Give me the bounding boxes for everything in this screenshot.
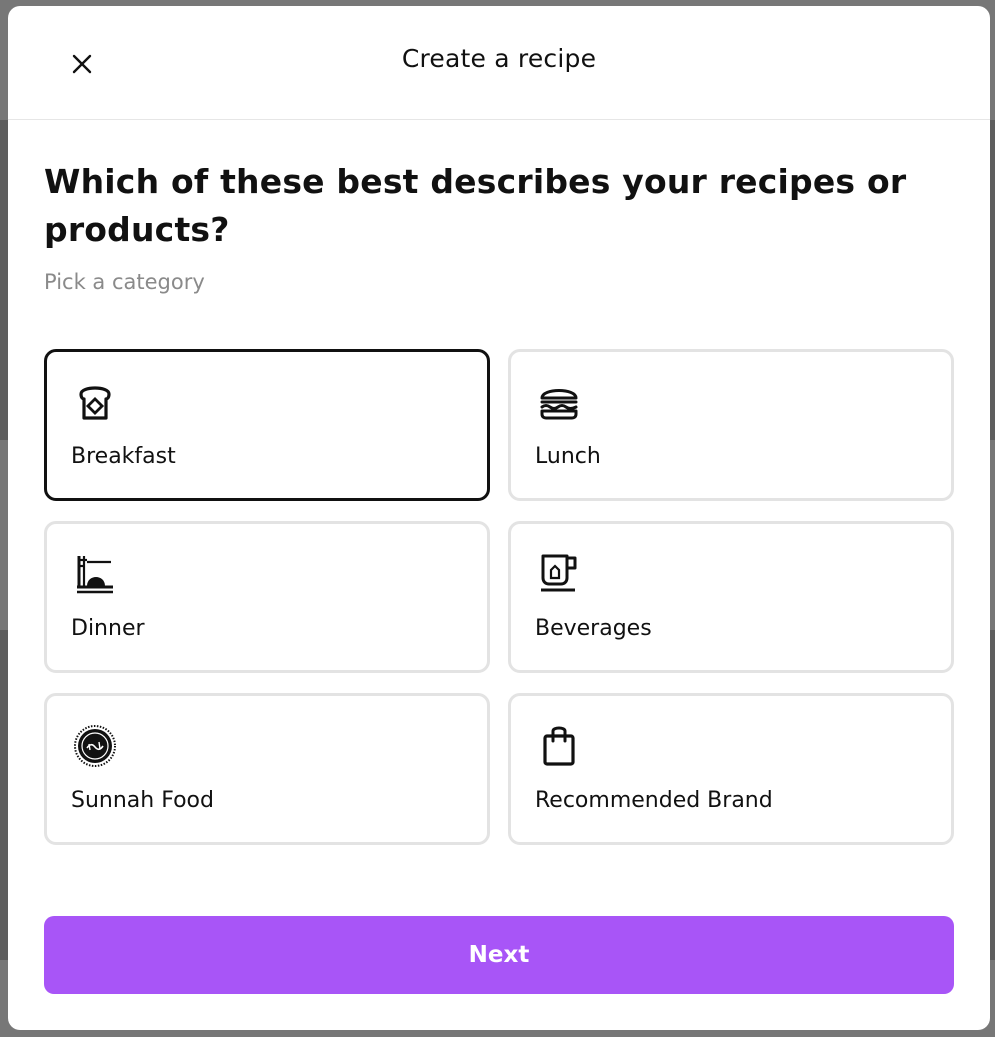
category-label: Lunch [535,444,601,469]
next-button[interactable]: Next [44,916,954,994]
question-heading: Which of these best describes your recip… [44,162,907,249]
subtitle: Pick a category [44,270,205,294]
category-grid: Breakfast Lunch Dinner Beverages Sunnah … [44,349,954,845]
category-card-sunnah-food[interactable]: Sunnah Food [44,693,490,845]
category-label: Breakfast [71,444,176,469]
mug-icon [541,554,577,592]
shopping-bag-icon [543,726,575,766]
background-image [990,630,995,960]
burger-icon [540,389,578,420]
category-card-lunch[interactable]: Lunch [508,349,954,501]
background-image [0,630,8,960]
category-label: Sunnah Food [71,788,214,813]
modal-content: Which of these best describes your recip… [44,120,954,845]
toast-icon [79,386,111,420]
category-label: Dinner [71,616,145,641]
modal-header: Create a recipe [8,6,990,120]
modal-title: Create a recipe [401,44,597,73]
category-card-beverages[interactable]: Beverages [508,521,954,673]
category-card-dinner[interactable]: Dinner [44,521,490,673]
category-card-breakfast[interactable]: Breakfast [44,349,490,501]
background-image [990,120,995,440]
dinner-plate-icon [77,556,113,594]
category-label: Recommended Brand [535,788,773,813]
category-label: Beverages [535,616,652,641]
sunnah-seal-icon [74,725,116,767]
create-recipe-modal: Create a recipe Which of these best desc… [8,6,990,1030]
category-card-recommended-brand[interactable]: Recommended Brand [508,693,954,845]
background-image [0,120,8,440]
